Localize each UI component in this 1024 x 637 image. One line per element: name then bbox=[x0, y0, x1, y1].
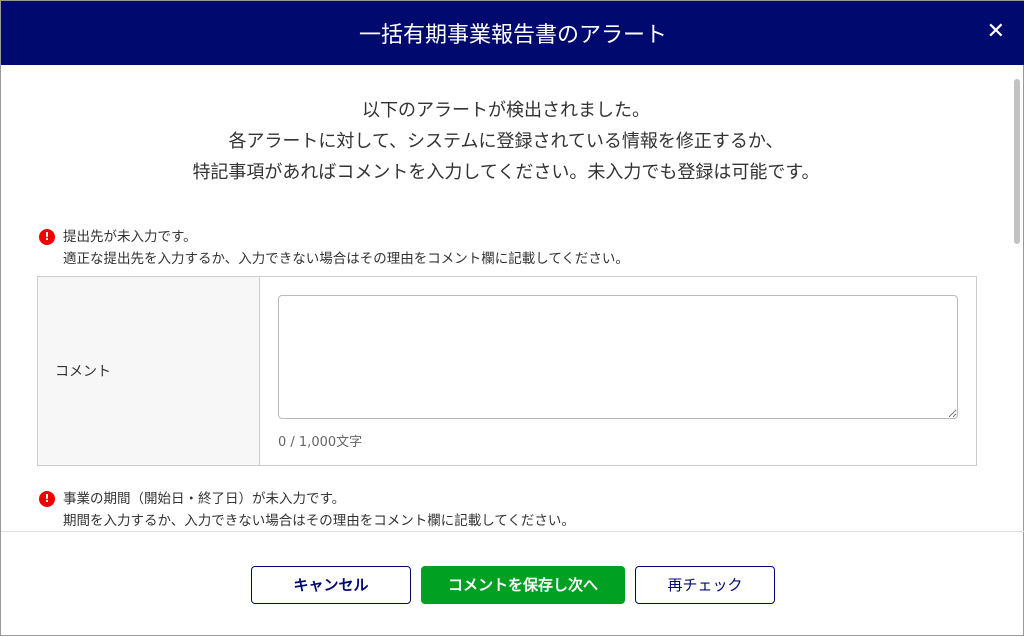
dialog-body: 以下のアラートが検出されました。 各アラートに対して、システムに登録されている情… bbox=[1, 65, 1011, 531]
alert-detail: 期間を入力するか、入力できない場合はその理由をコメント欄に記載してください。 bbox=[63, 513, 575, 529]
intro-text: 以下のアラートが検出されました。 各アラートに対して、システムに登録されている情… bbox=[1, 95, 1011, 188]
alert-title: 事業の期間（開始日・終了日）が未入力です。 bbox=[63, 491, 346, 507]
alert-item: ! 事業の期間（開始日・終了日）が未入力です。 期間を入力するか、入力できない場… bbox=[39, 488, 1011, 531]
error-icon: ! bbox=[39, 229, 55, 245]
intro-line: 特記事項があればコメントを入力してください。未入力でも登録は可能です。 bbox=[192, 162, 820, 183]
comment-table: コメント 0 / 1,000文字 bbox=[37, 276, 977, 466]
char-counter: 0 / 1,000文字 bbox=[278, 435, 363, 450]
comment-label: コメント bbox=[38, 277, 260, 465]
cancel-button[interactable]: キャンセル bbox=[251, 565, 411, 604]
error-icon: ! bbox=[39, 491, 55, 507]
alert-title: 提出先が未入力です。 bbox=[63, 229, 197, 245]
comment-input[interactable] bbox=[278, 295, 958, 419]
intro-line: 各アラートに対して、システムに登録されている情報を修正するか、 bbox=[228, 131, 784, 152]
scrollbar[interactable] bbox=[1013, 71, 1021, 526]
dialog-footer: キャンセル コメントを保存し次へ 再チェック bbox=[1, 531, 1024, 637]
save-next-button[interactable]: コメントを保存し次へ bbox=[421, 565, 625, 604]
alert-detail: 適正な提出先を入力するか、入力できない場合はその理由をコメント欄に記載してくださ… bbox=[63, 251, 629, 267]
close-icon[interactable]: ✕ bbox=[987, 19, 1005, 44]
dialog-header: 一括有期事業報告書のアラート ✕ bbox=[1, 1, 1024, 65]
recheck-button[interactable]: 再チェック bbox=[635, 565, 775, 604]
scrollbar-thumb[interactable] bbox=[1014, 79, 1020, 244]
dialog-title: 一括有期事業報告書のアラート bbox=[358, 23, 667, 48]
intro-line: 以下のアラートが検出されました。 bbox=[362, 100, 650, 121]
alert-item: ! 提出先が未入力です。 適正な提出先を入力するか、入力できない場合はその理由を… bbox=[39, 226, 1011, 270]
